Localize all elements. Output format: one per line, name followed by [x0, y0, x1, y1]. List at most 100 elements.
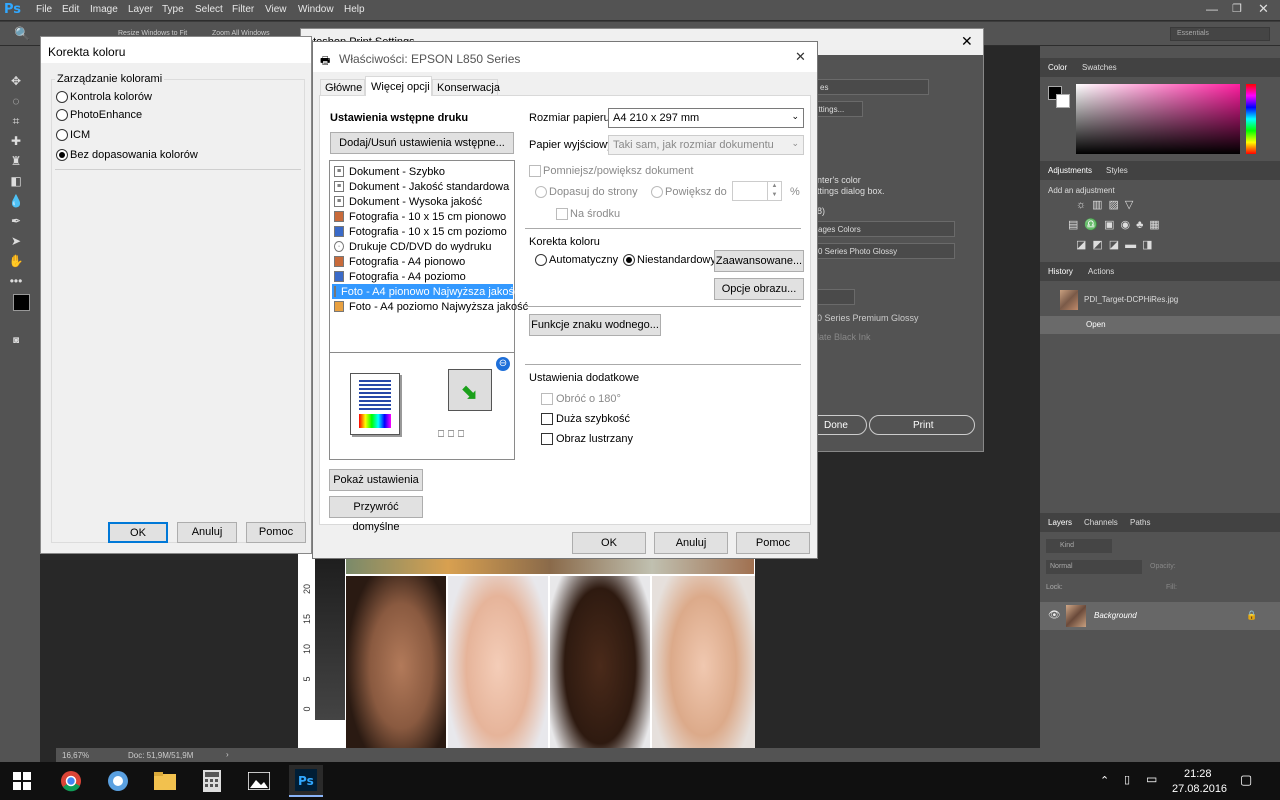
crop-tool-icon[interactable]: ⌗: [8, 114, 24, 128]
advanced-button[interactable]: Zaawansowane...: [714, 250, 804, 272]
tab-layers[interactable]: Layers: [1048, 518, 1072, 527]
list-item[interactable]: Fotografia - 10 x 15 cm poziomo: [334, 224, 507, 239]
presets-list[interactable]: ≡ Dokument - Szybko ≡ Dokument - Jakość st…: [329, 160, 528, 353]
menu-image[interactable]: Image: [90, 4, 118, 15]
bg-color-chip[interactable]: [1056, 94, 1070, 108]
korekta-help-button[interactable]: Pomoc: [246, 522, 306, 543]
status-arrow-icon[interactable]: ›: [226, 750, 229, 759]
list-item[interactable]: · Drukuje CD/DVD do wydruku: [334, 239, 491, 254]
battery-icon[interactable]: ▯: [1124, 773, 1130, 786]
tab-actions[interactable]: Actions: [1088, 267, 1114, 276]
tab-history[interactable]: History: [1048, 267, 1073, 276]
adjustment-icons-row3[interactable]: ◪◩◪▬◨: [1076, 238, 1206, 251]
move-tool-icon[interactable]: ✥: [8, 74, 24, 88]
done-button[interactable]: Done: [824, 420, 848, 431]
high-speed-checkbox[interactable]: [541, 413, 553, 425]
zoom-level[interactable]: 16,67%: [62, 751, 89, 760]
quick-mask-icon[interactable]: ◙: [8, 334, 24, 348]
paper-size-select[interactable]: A4 210 x 297 mm ⌄: [608, 108, 804, 128]
list-item-selected[interactable]: Foto - A4 pionowo Najwyższa jakość: [332, 284, 520, 299]
restore-defaults-button[interactable]: Przywróć domyślne: [329, 496, 423, 533]
korekta-cancel-button[interactable]: Anuluj: [177, 522, 237, 543]
show-settings-button[interactable]: Pokaż ustawienia: [329, 469, 423, 491]
menu-help[interactable]: Help: [344, 4, 365, 15]
tab-styles[interactable]: Styles: [1106, 166, 1128, 175]
printer-dropdown[interactable]: es: [820, 83, 828, 92]
list-item[interactable]: Foto - A4 poziomo Najwyższa jakość: [334, 299, 528, 314]
photos-icon[interactable]: [242, 765, 276, 797]
mirror-checkbox[interactable]: [541, 433, 553, 445]
history-state-open[interactable]: Open: [1040, 316, 1280, 334]
close-icon[interactable]: ✕: [1258, 1, 1269, 17]
menu-layer[interactable]: Layer: [128, 4, 153, 15]
path-select-icon[interactable]: ➤: [8, 234, 24, 248]
tab-adjustments[interactable]: Adjustments: [1048, 166, 1092, 175]
menu-file[interactable]: File: [36, 4, 52, 15]
auto-radio[interactable]: [535, 254, 547, 266]
radio-bez-dopasowania[interactable]: [56, 149, 68, 161]
menu-window[interactable]: Window: [298, 4, 334, 15]
tab-swatches[interactable]: Swatches: [1082, 63, 1117, 72]
hand-tool-icon[interactable]: ✋: [8, 254, 24, 268]
layer-name[interactable]: Background: [1094, 611, 1137, 620]
epson-close-icon[interactable]: ✕: [795, 49, 806, 65]
tab-wiecej-opcji[interactable]: Więcej opcji: [365, 76, 432, 96]
adjustment-icons-row1[interactable]: ☼▥▨▽: [1076, 198, 1206, 211]
watermark-button[interactable]: Funkcje znaku wodnego...: [529, 314, 661, 336]
chrome-icon[interactable]: [54, 765, 88, 797]
reduce-enlarge-checkbox[interactable]: [529, 165, 541, 177]
minimize-icon[interactable]: —: [1206, 2, 1218, 16]
tab-color[interactable]: Color: [1048, 63, 1067, 72]
color-field[interactable]: [1076, 84, 1240, 154]
menu-type[interactable]: Type: [162, 4, 184, 15]
image-options-button[interactable]: Opcje obrazu...: [714, 278, 804, 300]
notifications-icon[interactable]: ▢: [1240, 772, 1252, 788]
center-checkbox[interactable]: [556, 208, 568, 220]
history-snapshot-thumb[interactable]: [1060, 290, 1078, 310]
list-item[interactable]: ≡ Dokument - Szybko: [334, 164, 445, 179]
rotate-checkbox[interactable]: [541, 393, 553, 405]
menu-select[interactable]: Select: [195, 4, 223, 15]
photoshop-taskbar-icon[interactable]: Ps: [289, 765, 323, 797]
healing-tool-icon[interactable]: ✚: [8, 134, 24, 148]
color-handling-select[interactable]: ages Colors: [818, 225, 861, 234]
restore-icon[interactable]: ❐: [1232, 2, 1242, 15]
foreground-color-swatch[interactable]: [13, 294, 30, 311]
clock-time[interactable]: 21:28: [1184, 768, 1212, 780]
hue-slider[interactable]: [1246, 84, 1256, 154]
blur-tool-icon[interactable]: 💧: [8, 194, 24, 208]
zoom-to-radio[interactable]: [651, 186, 663, 198]
tray-chevron-icon[interactable]: ⌃: [1100, 774, 1109, 787]
stamp-tool-icon[interactable]: ♜: [8, 154, 24, 168]
print-settings-button[interactable]: ettings...: [814, 105, 844, 114]
tab-glowne[interactable]: Główne: [320, 79, 365, 95]
adjustment-icons-row2[interactable]: ▤♎▣◉♣▦: [1068, 218, 1208, 231]
history-file-name[interactable]: PDI_Target-DCPHiRes.jpg: [1084, 295, 1178, 304]
menu-view[interactable]: View: [265, 4, 287, 15]
zoom-tool-icon[interactable]: 🔍: [14, 26, 30, 42]
custom-radio[interactable]: [623, 254, 635, 266]
radio-kontrola[interactable]: [56, 91, 68, 103]
korekta-ok-button[interactable]: OK: [108, 522, 168, 543]
tab-paths[interactable]: Paths: [1130, 518, 1150, 527]
print-settings-close-icon[interactable]: ✕: [961, 33, 973, 50]
list-item[interactable]: Fotografia - A4 pionowo: [334, 254, 465, 269]
start-icon[interactable]: [5, 765, 39, 797]
layer-kind-filter[interactable]: Kind: [1060, 542, 1074, 549]
more-tools-icon[interactable]: •••: [8, 274, 24, 288]
spinner-icon[interactable]: ▲ ▼: [767, 182, 781, 200]
app-icon-bird[interactable]: [101, 765, 135, 797]
output-paper-select[interactable]: Taki sam, jak rozmiar dokumentu ⌄: [608, 135, 804, 155]
blend-mode-select[interactable]: Normal: [1050, 563, 1073, 570]
lasso-tool-icon[interactable]: ◌: [8, 94, 24, 108]
print-button[interactable]: Print: [913, 420, 934, 431]
file-explorer-icon[interactable]: [148, 765, 182, 797]
eye-icon[interactable]: 👁: [1048, 610, 1061, 621]
info-icon[interactable]: ⊖: [496, 357, 510, 371]
epson-help-button[interactable]: Pomoc: [736, 532, 810, 554]
tab-channels[interactable]: Channels: [1084, 518, 1118, 527]
calculator-icon[interactable]: [195, 765, 229, 797]
workspace-selector[interactable]: Essentials: [1177, 30, 1209, 37]
radio-photoenhance[interactable]: [56, 109, 68, 121]
list-item[interactable]: Fotografia - 10 x 15 cm pionowo: [334, 209, 506, 224]
